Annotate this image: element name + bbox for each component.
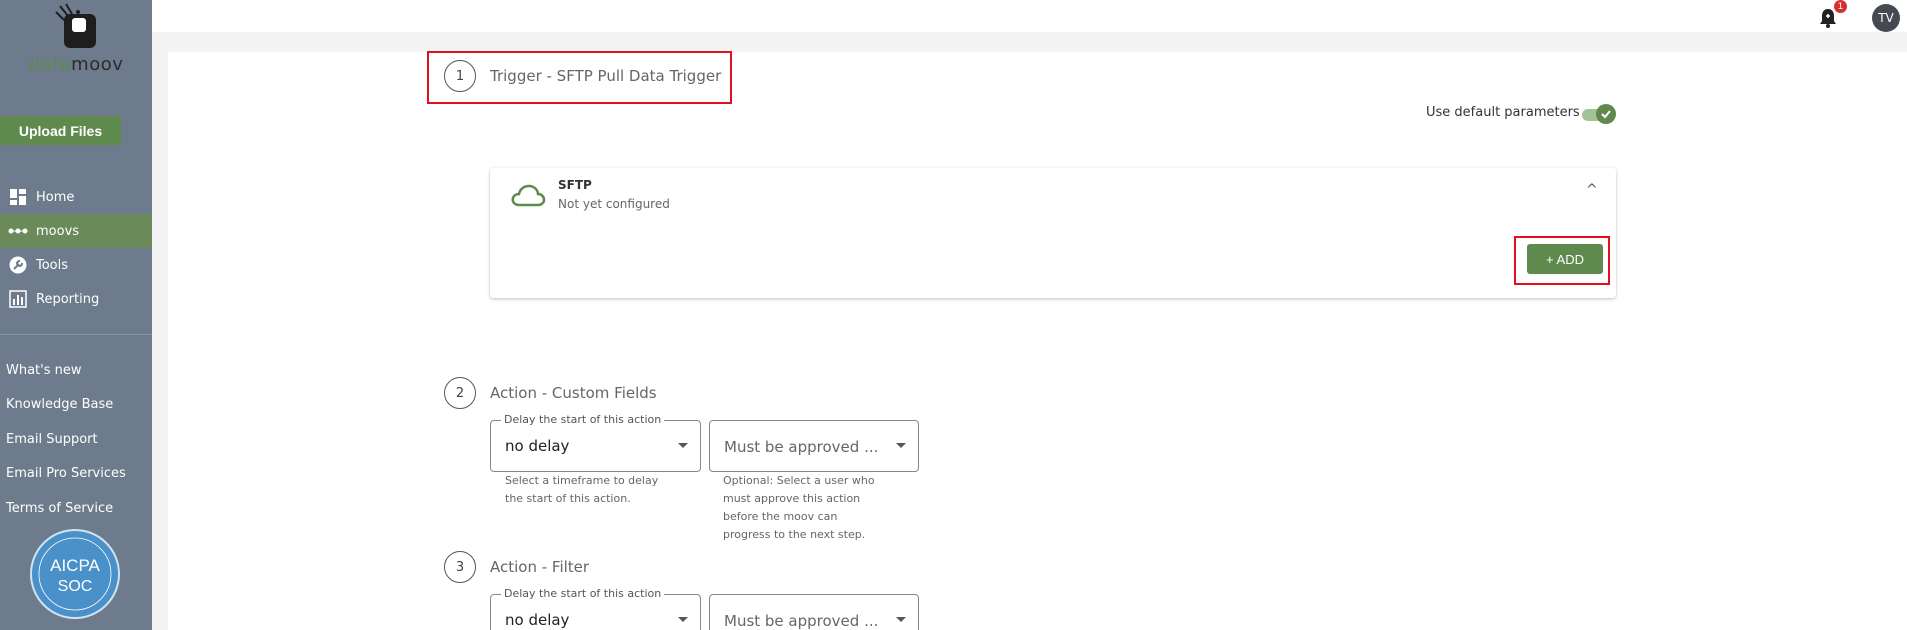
sidebar: datamoov Upload Files Home moovs Tools R… [0, 0, 152, 630]
delay-select-2[interactable]: Delay the start of this action no delay [490, 413, 701, 472]
main-panel [168, 52, 1907, 630]
default-params-toggle[interactable] [1582, 104, 1616, 124]
dashboard-icon [8, 187, 28, 207]
action-custom-fields-title: Action - Custom Fields [490, 384, 657, 402]
badge-line1: AICPA [50, 556, 100, 575]
link-terms-of-service[interactable]: Terms of Service [6, 491, 126, 526]
approval-placeholder: Must be approved ... [724, 438, 879, 456]
dropdown-arrow-icon [896, 617, 906, 622]
top-bar [152, 0, 1907, 32]
sidebar-divider [0, 334, 152, 335]
dropdown-arrow-icon [896, 443, 906, 448]
chevron-up-icon[interactable]: ^ [1586, 182, 1598, 198]
approval-helper-text: Optional: Select a user who must approve… [723, 474, 875, 541]
sidebar-item-label: Reporting [36, 291, 100, 307]
delay-select-3[interactable]: Delay the start of this action no delay [490, 587, 701, 630]
approval-select-3[interactable]: Must be approved ... [709, 594, 919, 630]
wrench-icon [8, 255, 28, 275]
badge-line2: SOC [58, 578, 93, 595]
link-email-support[interactable]: Email Support [6, 422, 126, 457]
action-filter-title: Action - Filter [490, 558, 590, 576]
link-whats-new[interactable]: What's new [6, 353, 126, 388]
delay-value: no delay [505, 611, 570, 629]
delay-legend: Delay the start of this action [501, 413, 665, 426]
aicpa-soc-badge: AICPA SOC [30, 529, 120, 619]
sidebar-nav: Home moovs Tools Reporting [0, 180, 152, 316]
logo-mark-icon [55, 3, 96, 48]
sidebar-links: What's new Knowledge Base Email Support … [6, 353, 126, 526]
delay-legend: Delay the start of this action [501, 587, 665, 600]
sftp-card-status: Not yet configured [558, 197, 670, 211]
trigger-title: Trigger - SFTP Pull Data Trigger [490, 67, 722, 85]
step-number-2: 2 [444, 377, 476, 409]
sidebar-item-tools[interactable]: Tools [0, 248, 152, 282]
delay-value: no delay [505, 437, 570, 455]
link-knowledge-base[interactable]: Knowledge Base [6, 388, 126, 423]
cloud-icon [510, 182, 546, 208]
sftp-card-title: SFTP [558, 178, 592, 192]
chart-icon [8, 289, 28, 309]
upload-files-button[interactable]: Upload Files [0, 116, 121, 145]
step-number-3: 3 [444, 551, 476, 583]
approval-select-2[interactable]: Must be approved ... [709, 420, 919, 472]
logo[interactable]: datamoov [20, 0, 132, 78]
step-number-1: 1 [444, 60, 476, 92]
sidebar-item-home[interactable]: Home [0, 180, 152, 214]
delay-helper-text: Select a timeframe to delay the start of… [505, 474, 659, 505]
dots-icon [8, 221, 28, 241]
sidebar-item-label: moovs [36, 223, 80, 239]
default-params-label: Use default parameters [1426, 105, 1580, 120]
sidebar-item-reporting[interactable]: Reporting [0, 282, 152, 316]
sidebar-item-label: Tools [36, 257, 69, 273]
dropdown-arrow-icon [678, 617, 688, 622]
check-icon [1601, 110, 1611, 119]
sidebar-item-moovs[interactable]: moovs [0, 214, 152, 248]
sidebar-item-label: Home [36, 189, 75, 205]
approval-placeholder: Must be approved ... [724, 612, 879, 630]
toggle-knob [1596, 104, 1616, 124]
link-email-pro-services[interactable]: Email Pro Services [6, 457, 126, 492]
add-button[interactable]: + ADD [1527, 244, 1603, 274]
notification-count-badge: 1 [1834, 0, 1847, 13]
user-avatar[interactable]: TV [1872, 4, 1900, 32]
sftp-card: SFTP Not yet configured ^ + ADD [490, 168, 1616, 298]
dropdown-arrow-icon [678, 443, 688, 448]
logo-text: datamoov [28, 54, 124, 75]
